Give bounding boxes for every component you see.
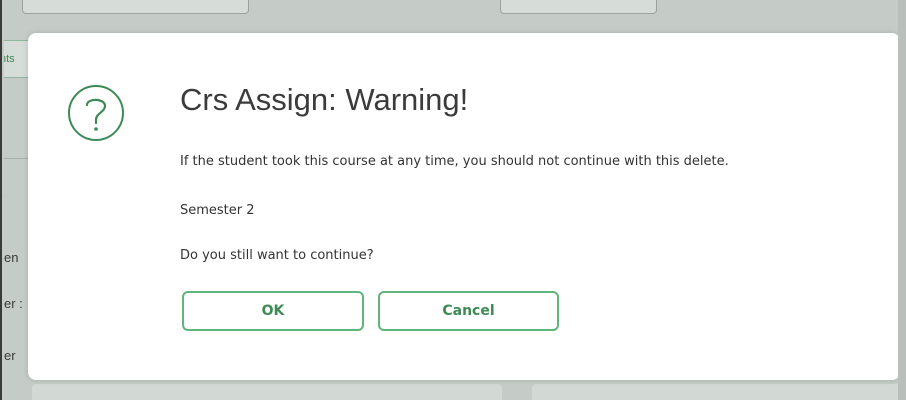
background-panel	[532, 384, 902, 400]
background-field	[22, 0, 249, 14]
cancel-button[interactable]: Cancel	[378, 291, 559, 331]
dialog-detail: Semester 2	[180, 203, 255, 218]
background-text: ‚	[0, 185, 3, 200]
dialog-message: If the student took this course at any t…	[180, 154, 729, 169]
warning-dialog: Crs Assign: Warning! If the student took…	[28, 33, 900, 380]
background-text: en	[4, 250, 19, 265]
dialog-question: Do you still want to continue?	[180, 248, 374, 263]
background-panel	[32, 384, 502, 400]
background-text: er :	[4, 296, 23, 311]
question-circle-icon	[66, 83, 126, 143]
background-text: er	[4, 348, 16, 363]
background-scrollbar	[898, 0, 906, 400]
background-field	[500, 0, 657, 14]
page: nts ‚ en er : er N Crs Assign: Warning! …	[0, 0, 906, 400]
ok-button[interactable]: OK	[182, 291, 364, 331]
dialog-title: Crs Assign: Warning!	[180, 82, 469, 117]
